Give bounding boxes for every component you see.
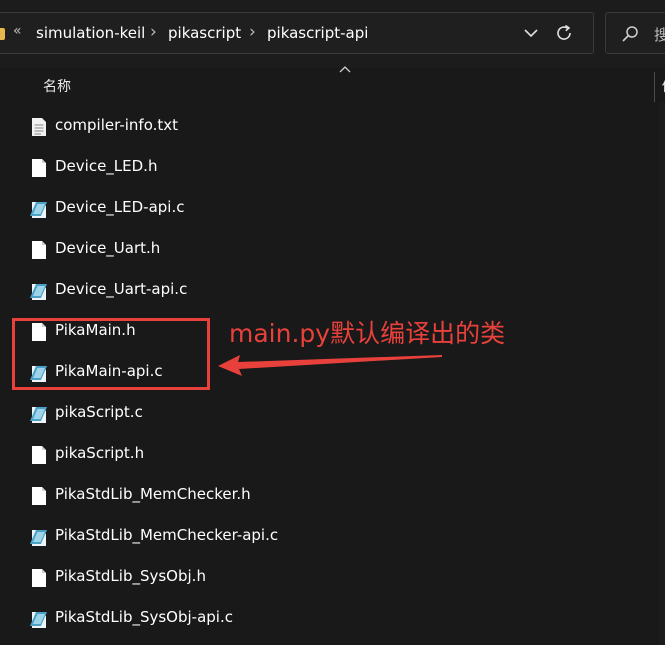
file-row[interactable]: PikaStdLib_SysObj.h2 [0, 557, 665, 597]
address-bar[interactable]: « simulation-keil › pikascript › pikascr… [0, 12, 594, 54]
sort-up-icon [339, 66, 351, 73]
vertical-scrollbar[interactable] [659, 102, 665, 645]
file-icon [32, 487, 46, 505]
annotation-arrow-icon [218, 355, 442, 376]
breadcrumb-overflow-button[interactable]: « [13, 23, 22, 39]
column-header-name[interactable]: 名称 [43, 76, 71, 96]
column-divider[interactable] [654, 72, 655, 102]
file-name: Device_Uart.h [55, 239, 161, 257]
file-row[interactable]: PikaStdLib_MemChecker-api.c2 [0, 516, 665, 556]
chevron-down-icon[interactable] [521, 23, 541, 43]
file-name: pikaScript.c [55, 403, 143, 421]
file-name: Device_LED.h [55, 157, 158, 175]
c-source-file-icon [30, 284, 47, 300]
search-placeholder: 搜 [654, 26, 665, 44]
c-source-file-icon [30, 530, 47, 546]
file-name: compiler-info.txt [55, 116, 179, 134]
file-row[interactable]: Device_LED-api.c2 [0, 188, 665, 228]
file-name: pikaScript.h [55, 444, 145, 462]
file-name: PikaStdLib_SysObj-api.c [55, 608, 233, 626]
navigation-toolbar: « simulation-keil › pikascript › pikascr… [0, 0, 665, 68]
breadcrumb-simulation-keil[interactable]: simulation-keil [36, 24, 145, 42]
file-row[interactable]: pikaScript.h2 [0, 434, 665, 474]
search-box[interactable]: 搜 [605, 12, 665, 54]
breadcrumb-separator[interactable]: › [150, 22, 157, 42]
file-name: Device_LED-api.c [55, 198, 185, 216]
highlight-box [12, 318, 210, 390]
file-icon [32, 569, 46, 587]
file-name: PikaStdLib_MemChecker-api.c [55, 526, 279, 544]
breadcrumb-pikascript[interactable]: pikascript [168, 24, 241, 42]
file-icon [32, 241, 46, 259]
file-icon [32, 159, 46, 177]
c-source-file-icon [30, 612, 47, 628]
refresh-icon[interactable] [553, 22, 575, 44]
text-file-icon [32, 118, 46, 136]
file-row[interactable]: PikaStdLib_MemChecker.h2 [0, 475, 665, 515]
file-row[interactable]: Device_Uart-api.c2 [0, 270, 665, 310]
folder-icon [0, 28, 5, 40]
c-source-file-icon [30, 407, 47, 423]
file-row[interactable]: Device_LED.h2 [0, 147, 665, 187]
file-row[interactable]: PikaStdLib_SysObj-api.c2 [0, 598, 665, 638]
breadcrumb-separator[interactable]: › [249, 22, 256, 42]
file-name: PikaStdLib_SysObj.h [55, 567, 206, 585]
file-row[interactable]: compiler-info.txt2 [0, 106, 665, 146]
file-row[interactable]: pikaScript.c2 [0, 393, 665, 433]
c-source-file-icon [30, 202, 47, 218]
breadcrumb-pikascript-api[interactable]: pikascript-api [267, 24, 368, 42]
annotation-text: main.py默认编译出的类 [229, 319, 506, 348]
file-icon [32, 446, 46, 464]
file-name: Device_Uart-api.c [55, 280, 188, 298]
search-icon [622, 26, 638, 42]
file-name: PikaStdLib_MemChecker.h [55, 485, 251, 503]
file-row[interactable]: Device_Uart.h2 [0, 229, 665, 269]
